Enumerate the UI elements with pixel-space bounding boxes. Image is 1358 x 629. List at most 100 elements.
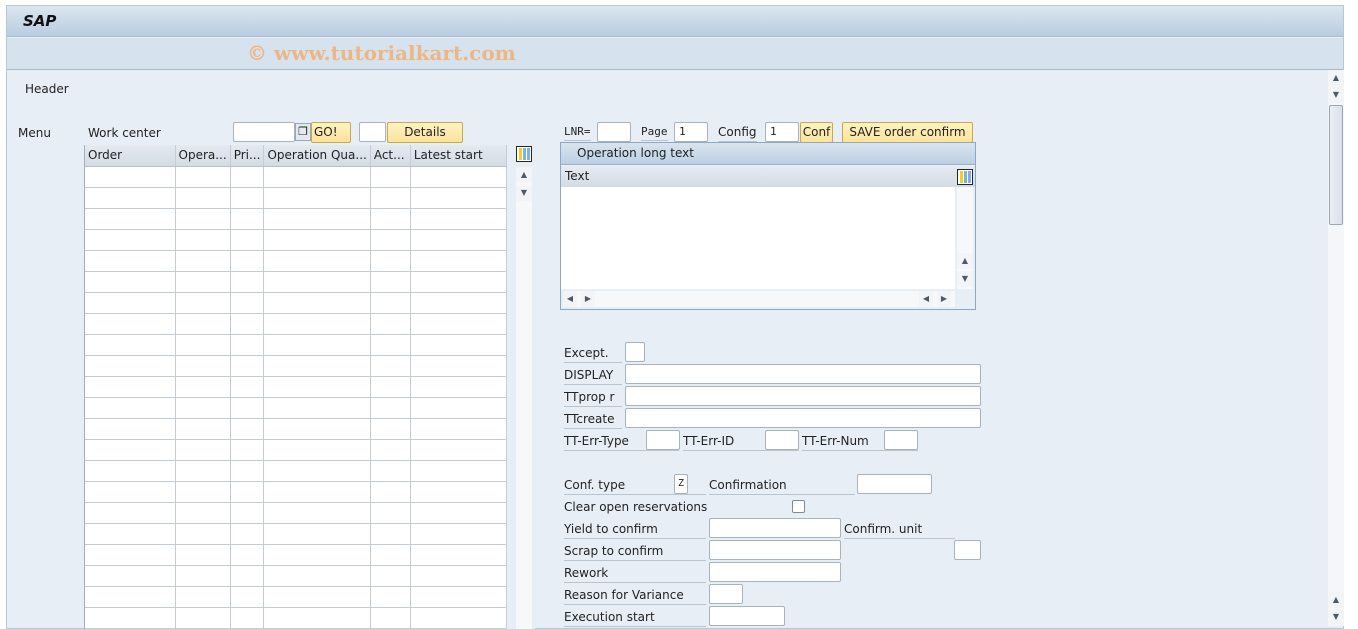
- table-cell[interactable]: [263, 565, 371, 587]
- scroll-left-icon[interactable]: ◀: [919, 291, 933, 307]
- table-row[interactable]: [85, 208, 507, 230]
- scroll-down-icon[interactable]: ▼: [516, 185, 532, 201]
- table-cell[interactable]: [85, 565, 176, 587]
- table-cell[interactable]: [230, 271, 265, 293]
- table-cell[interactable]: [85, 166, 176, 188]
- main-vertical-scrollbar[interactable]: ▲ ▼ ▲ ▼: [1328, 70, 1344, 626]
- table-cell[interactable]: [410, 439, 507, 461]
- table-row[interactable]: [85, 439, 507, 461]
- table-cell[interactable]: [85, 250, 176, 272]
- lnr-input[interactable]: [597, 122, 631, 142]
- table-cell[interactable]: [85, 376, 176, 398]
- table-cell[interactable]: [85, 208, 176, 230]
- table-cell[interactable]: [410, 208, 507, 230]
- table-row[interactable]: [85, 376, 507, 398]
- confirm-unit-input[interactable]: [954, 540, 981, 560]
- table-cell[interactable]: [410, 607, 507, 629]
- table-cell[interactable]: [230, 187, 265, 209]
- table-cell[interactable]: [370, 397, 411, 419]
- table-row[interactable]: [85, 544, 507, 566]
- table-cell[interactable]: [370, 271, 411, 293]
- table-cell[interactable]: [263, 481, 371, 503]
- table-cell[interactable]: [410, 460, 507, 482]
- rework-input[interactable]: [709, 562, 841, 582]
- table-cell[interactable]: [175, 313, 231, 335]
- table-row[interactable]: [85, 502, 507, 524]
- table-cell[interactable]: [370, 439, 411, 461]
- table-row[interactable]: [85, 187, 507, 209]
- table-cell[interactable]: [175, 607, 231, 629]
- scroll-up-icon[interactable]: ▲: [957, 253, 973, 269]
- table-cell[interactable]: [175, 544, 231, 566]
- table-cell[interactable]: [410, 292, 507, 314]
- table-cell[interactable]: [85, 292, 176, 314]
- table-cell[interactable]: [263, 166, 371, 188]
- table-row[interactable]: [85, 313, 507, 335]
- table-cell[interactable]: [263, 439, 371, 461]
- long-text-content[interactable]: [561, 187, 955, 289]
- scroll-right-icon[interactable]: ▶: [581, 291, 595, 307]
- table-cell[interactable]: [175, 418, 231, 440]
- table-cell[interactable]: [175, 397, 231, 419]
- table-cell[interactable]: [230, 565, 265, 587]
- table-cell[interactable]: [370, 376, 411, 398]
- table-cell[interactable]: [370, 586, 411, 608]
- table-cell[interactable]: [85, 460, 176, 482]
- table-cell[interactable]: [85, 607, 176, 629]
- except-input[interactable]: [625, 342, 645, 362]
- table-cell[interactable]: [370, 292, 411, 314]
- table-row[interactable]: [85, 418, 507, 440]
- table-cell[interactable]: [410, 187, 507, 209]
- save-order-confirm-button[interactable]: SAVE order confirm: [842, 122, 973, 143]
- table-cell[interactable]: [410, 418, 507, 440]
- table-cell[interactable]: [410, 523, 507, 545]
- page-input[interactable]: 1: [674, 122, 708, 142]
- scroll-right-icon[interactable]: ▶: [937, 291, 951, 307]
- yield-input[interactable]: [709, 518, 841, 538]
- table-cell[interactable]: [85, 502, 176, 524]
- ttcreate-input[interactable]: [625, 408, 981, 428]
- table-row[interactable]: [85, 586, 507, 608]
- column-header[interactable]: Latest start: [410, 145, 507, 167]
- go-button[interactable]: GO!: [311, 122, 351, 143]
- table-cell[interactable]: [230, 313, 265, 335]
- table-cell[interactable]: [85, 439, 176, 461]
- table-cell[interactable]: [263, 355, 371, 377]
- table-cell[interactable]: [175, 208, 231, 230]
- table-cell[interactable]: [410, 481, 507, 503]
- execution-start-input[interactable]: [709, 606, 785, 626]
- scroll-down-icon[interactable]: ▼: [1328, 609, 1344, 625]
- table-cell[interactable]: [230, 397, 265, 419]
- table-cell[interactable]: [230, 208, 265, 230]
- conf-button[interactable]: Conf: [800, 122, 833, 143]
- column-header[interactable]: Operation Qua...: [263, 145, 371, 167]
- table-cell[interactable]: [370, 544, 411, 566]
- table-cell[interactable]: [230, 481, 265, 503]
- table-cell[interactable]: [85, 397, 176, 419]
- table-cell[interactable]: [85, 229, 176, 251]
- tt-err-num-input[interactable]: [884, 430, 918, 450]
- scroll-up-icon[interactable]: ▲: [1328, 592, 1344, 608]
- tt-err-type-input[interactable]: [646, 430, 680, 450]
- table-cell[interactable]: [370, 313, 411, 335]
- column-header[interactable]: Opera...: [175, 145, 231, 167]
- table-cell[interactable]: [410, 229, 507, 251]
- table-vertical-scrollbar[interactable]: ▲ ▼: [516, 167, 532, 629]
- table-cell[interactable]: [230, 502, 265, 524]
- table-cell[interactable]: [410, 397, 507, 419]
- table-cell[interactable]: [370, 208, 411, 230]
- work-center-input[interactable]: [233, 122, 295, 142]
- table-row[interactable]: [85, 166, 507, 188]
- table-cell[interactable]: [175, 166, 231, 188]
- table-cell[interactable]: [263, 418, 371, 440]
- display-input[interactable]: [625, 364, 981, 384]
- table-cell[interactable]: [370, 481, 411, 503]
- table-cell[interactable]: [410, 565, 507, 587]
- table-cell[interactable]: [85, 271, 176, 293]
- table-cell[interactable]: [410, 355, 507, 377]
- details-field[interactable]: [359, 122, 386, 142]
- column-layout-icon[interactable]: [957, 169, 973, 185]
- table-row[interactable]: [85, 292, 507, 314]
- conf-type-input[interactable]: Z: [674, 474, 688, 494]
- table-cell[interactable]: [85, 544, 176, 566]
